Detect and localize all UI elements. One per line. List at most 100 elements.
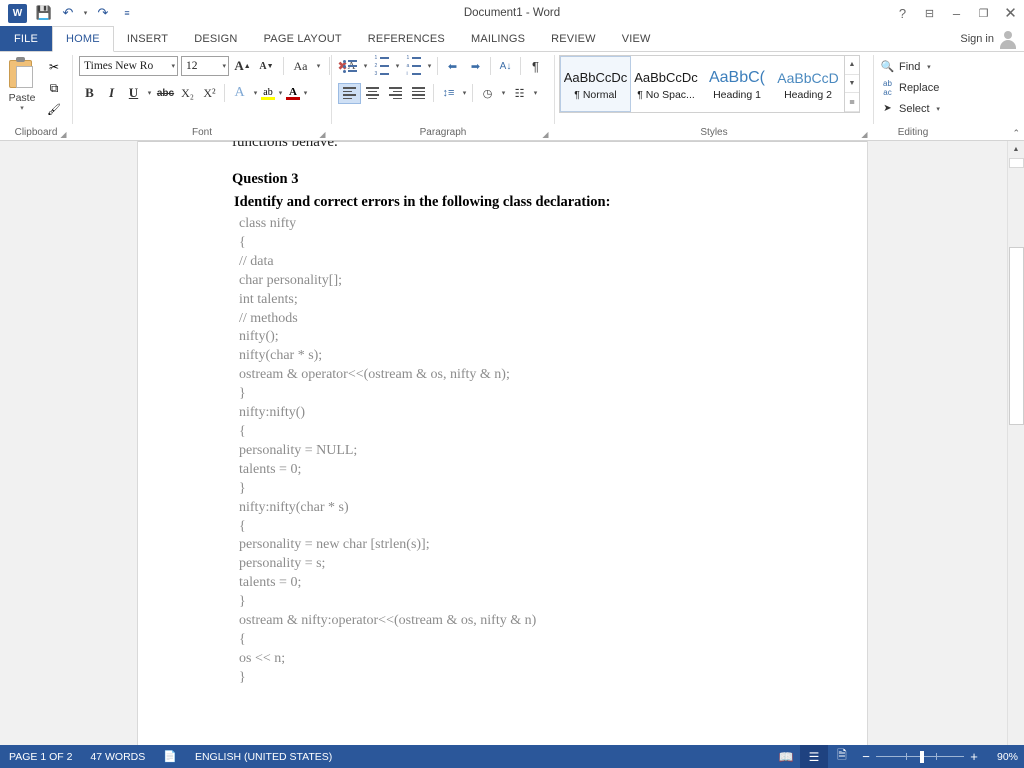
print-layout-view-button[interactable]: ☰: [800, 745, 828, 768]
justify-button[interactable]: [407, 83, 430, 104]
help-button[interactable]: ?: [889, 0, 916, 26]
read-mode-view-button[interactable]: 📖: [772, 745, 800, 768]
sign-in-area[interactable]: Sign in: [960, 26, 1022, 52]
close-button[interactable]: ✕: [997, 0, 1024, 26]
word-count[interactable]: 47 WORDS: [81, 751, 154, 763]
undo-dropdown-icon[interactable]: ▾: [81, 9, 90, 17]
paragraph-dialog-launcher-icon[interactable]: ◢: [541, 130, 550, 139]
customize-qat-icon[interactable]: ≡: [116, 2, 138, 24]
tab-review[interactable]: REVIEW: [538, 26, 609, 51]
tab-home[interactable]: HOME: [52, 26, 114, 52]
font-color-icon[interactable]: A: [286, 83, 300, 104]
line-spacing-dropdown-icon[interactable]: ▾: [460, 89, 469, 97]
bullets-dropdown-icon[interactable]: ▾: [361, 62, 370, 70]
style-item-normal[interactable]: AaBbCcDc ¶ Normal: [560, 56, 631, 112]
style-item-heading-2[interactable]: AaBbCcD Heading 2: [773, 56, 844, 112]
font-name-input[interactable]: Times New Ro ▾: [79, 56, 178, 76]
strikethrough-button[interactable]: abc: [155, 83, 176, 104]
multilevel-list-icon[interactable]: 1ai: [402, 55, 425, 77]
underline-button[interactable]: U: [123, 83, 144, 104]
document-area[interactable]: functions behave. Question 3 Identify an…: [0, 141, 1024, 745]
collapse-ribbon-icon[interactable]: ⌃: [1012, 128, 1020, 139]
undo-icon[interactable]: ↶: [57, 2, 79, 24]
bold-button[interactable]: B: [79, 83, 100, 104]
style-item-heading-1[interactable]: AaBbC( Heading 1: [702, 56, 773, 112]
paste-dropdown-icon[interactable]: ▾: [20, 105, 24, 112]
document-page[interactable]: functions behave. Question 3 Identify an…: [137, 141, 868, 745]
multilevel-dropdown-icon[interactable]: ▾: [425, 62, 434, 70]
zoom-slider[interactable]: [876, 745, 964, 768]
replace-button[interactable]: ab ac Replace: [880, 78, 943, 97]
decrease-indent-icon[interactable]: ⬅: [441, 56, 464, 77]
text-effects-icon[interactable]: A: [229, 83, 250, 104]
vertical-scrollbar[interactable]: ▲: [1007, 141, 1024, 745]
subscript-button[interactable]: X₂: [177, 83, 198, 104]
zoom-level-label[interactable]: 90%: [984, 751, 1018, 763]
styles-gallery-scrollbar[interactable]: ▲ ▼ ≣: [844, 56, 859, 113]
copy-icon[interactable]: ⧉: [44, 79, 64, 97]
borders-dropdown-icon[interactable]: ▾: [531, 89, 540, 97]
minimize-button[interactable]: –: [943, 0, 970, 26]
restore-button[interactable]: ❐: [970, 0, 997, 26]
underline-dropdown-icon[interactable]: ▾: [145, 89, 154, 97]
numbering-icon[interactable]: 123: [370, 55, 393, 77]
styles-dialog-launcher-icon[interactable]: ◢: [860, 130, 869, 139]
shrink-font-icon[interactable]: A ▼: [256, 56, 277, 77]
change-case-dropdown-icon[interactable]: ▾: [314, 62, 323, 70]
font-size-dropdown-icon[interactable]: ▾: [219, 62, 226, 70]
select-button[interactable]: ➤ Select ▾: [880, 99, 943, 118]
tab-design[interactable]: DESIGN: [181, 26, 250, 51]
tab-file[interactable]: FILE: [0, 26, 53, 51]
tab-view[interactable]: VIEW: [609, 26, 664, 51]
scrollbar-thumb[interactable]: [1009, 247, 1024, 425]
italic-button[interactable]: I: [101, 83, 122, 104]
font-dialog-launcher-icon[interactable]: ◢: [318, 130, 327, 139]
cut-icon[interactable]: ✂: [44, 58, 64, 76]
format-painter-icon[interactable]: 🖌: [44, 100, 64, 118]
style-item-no-spacing[interactable]: AaBbCcDc ¶ No Spac...: [631, 56, 702, 112]
bullets-icon[interactable]: [338, 56, 361, 77]
borders-icon[interactable]: ☷: [508, 83, 531, 104]
change-case-icon[interactable]: Aa: [290, 56, 311, 77]
web-layout-view-button[interactable]: 🗎: [828, 745, 856, 768]
numbering-dropdown-icon[interactable]: ▾: [393, 62, 402, 70]
grow-font-icon[interactable]: A ▲: [232, 56, 253, 77]
increase-indent-icon[interactable]: ➡: [464, 56, 487, 77]
split-window-handle[interactable]: [1009, 158, 1024, 168]
select-dropdown-icon[interactable]: ▾: [934, 105, 943, 113]
text-highlight-color-icon[interactable]: ab: [261, 83, 275, 104]
shading-icon[interactable]: ◷: [476, 83, 499, 104]
styles-scroll-up-icon[interactable]: ▲: [845, 56, 859, 75]
document-text-body[interactable]: functions behave. Question 3 Identify an…: [232, 141, 792, 688]
sign-in-label[interactable]: Sign in: [960, 33, 994, 45]
text-effects-dropdown-icon[interactable]: ▾: [251, 89, 260, 97]
zoom-out-button[interactable]: −: [856, 749, 876, 764]
superscript-button[interactable]: X²: [199, 83, 220, 104]
find-button[interactable]: 🔍 Find ▾: [880, 57, 943, 76]
shading-dropdown-icon[interactable]: ▾: [499, 89, 508, 97]
clipboard-dialog-launcher-icon[interactable]: ◢: [59, 130, 68, 139]
align-right-button[interactable]: [384, 83, 407, 104]
save-icon[interactable]: 💾: [33, 2, 55, 24]
avatar-icon[interactable]: [998, 29, 1018, 49]
highlight-dropdown-icon[interactable]: ▾: [276, 89, 285, 97]
paste-button[interactable]: Paste ▾: [0, 55, 44, 112]
font-name-dropdown-icon[interactable]: ▾: [168, 62, 175, 70]
scroll-up-icon[interactable]: ▲: [1008, 141, 1024, 158]
font-color-dropdown-icon[interactable]: ▾: [301, 89, 310, 97]
redo-icon[interactable]: ↷: [92, 2, 114, 24]
tab-mailings[interactable]: MAILINGS: [458, 26, 538, 51]
styles-scroll-down-icon[interactable]: ▼: [845, 75, 859, 94]
tab-page-layout[interactable]: PAGE LAYOUT: [251, 26, 355, 51]
align-center-button[interactable]: [361, 83, 384, 104]
zoom-in-button[interactable]: +: [964, 749, 984, 764]
align-left-button[interactable]: [338, 82, 361, 104]
zoom-slider-thumb[interactable]: [920, 750, 924, 763]
tab-references[interactable]: REFERENCES: [355, 26, 458, 51]
sort-icon[interactable]: A↓: [494, 56, 517, 77]
font-size-input[interactable]: 12 ▾: [181, 56, 229, 76]
page-indicator[interactable]: PAGE 1 OF 2: [0, 751, 81, 763]
language-indicator[interactable]: ENGLISH (UNITED STATES): [186, 751, 341, 763]
find-dropdown-icon[interactable]: ▾: [924, 63, 933, 71]
ribbon-display-options-button[interactable]: ⊟: [916, 0, 943, 26]
